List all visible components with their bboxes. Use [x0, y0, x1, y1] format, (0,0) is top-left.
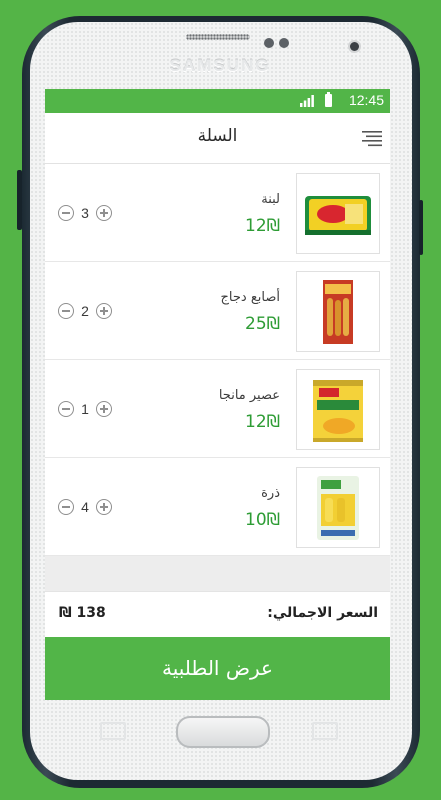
- page-title: السلة: [197, 126, 238, 146]
- product-image-corn[interactable]: [296, 467, 380, 548]
- earpiece-speaker: [186, 34, 250, 40]
- decrease-quantity-icon[interactable]: [58, 303, 74, 319]
- total-label: السعر الاجمالي:: [267, 605, 378, 621]
- item-name: عصير مانجا: [218, 388, 280, 403]
- quantity-stepper: 4: [58, 497, 112, 517]
- cart-item: ذرة 10₪ 4: [45, 458, 390, 556]
- item-price: 10₪: [245, 510, 280, 530]
- status-bar: 12:45: [45, 89, 390, 113]
- item-name: ذرة: [261, 486, 280, 501]
- power-button: [419, 200, 423, 255]
- status-time: 12:45: [348, 92, 384, 108]
- view-order-button[interactable]: عرض الطلبية: [45, 637, 390, 700]
- product-image-mango-juice[interactable]: [296, 369, 380, 450]
- cart-item: أصابع دجاج 25₪ 2: [45, 262, 390, 360]
- recent-apps-key[interactable]: [100, 722, 126, 740]
- item-name: أصابع دجاج: [220, 290, 280, 305]
- item-price: 12₪: [245, 412, 280, 432]
- cart-item: لبنة 12₪ 3: [45, 164, 390, 262]
- proximity-sensor: [264, 38, 274, 48]
- cart-item: عصير مانجا 12₪ 1: [45, 360, 390, 458]
- item-price: 12₪: [245, 216, 280, 236]
- quantity-stepper: 3: [58, 203, 112, 223]
- menu-icon[interactable]: [362, 129, 382, 147]
- quantity-value: 4: [81, 499, 89, 515]
- total-value: 138 ₪: [59, 605, 106, 621]
- back-key[interactable]: [312, 722, 338, 740]
- app-bar: السلة: [45, 113, 390, 164]
- home-button[interactable]: [176, 716, 270, 748]
- decrease-quantity-icon[interactable]: [58, 401, 74, 417]
- increase-quantity-icon[interactable]: [96, 303, 112, 319]
- device-brand-logo: SAMSUNG: [169, 56, 271, 75]
- increase-quantity-icon[interactable]: [96, 401, 112, 417]
- signal-icon: [300, 95, 314, 107]
- item-price: 25₪: [245, 314, 280, 334]
- quantity-stepper: 2: [58, 301, 112, 321]
- light-sensor: [279, 38, 289, 48]
- battery-icon: [325, 92, 332, 107]
- quantity-value: 1: [81, 401, 89, 417]
- product-image-labneh[interactable]: [296, 173, 380, 254]
- quantity-value: 3: [81, 205, 89, 221]
- total-bar: السعر الاجمالي: 138 ₪: [45, 591, 390, 638]
- volume-button: [17, 170, 22, 230]
- increase-quantity-icon[interactable]: [96, 499, 112, 515]
- increase-quantity-icon[interactable]: [96, 205, 112, 221]
- app-screen: 12:45 السلة لبنة 12₪ 3 أصابع دجاج 25₪ 2 …: [45, 89, 390, 700]
- quantity-stepper: 1: [58, 399, 112, 419]
- decrease-quantity-icon[interactable]: [58, 499, 74, 515]
- product-image-chicken-fingers[interactable]: [296, 271, 380, 352]
- quantity-value: 2: [81, 303, 89, 319]
- front-camera: [350, 42, 359, 51]
- decrease-quantity-icon[interactable]: [58, 205, 74, 221]
- item-name: لبنة: [261, 192, 280, 207]
